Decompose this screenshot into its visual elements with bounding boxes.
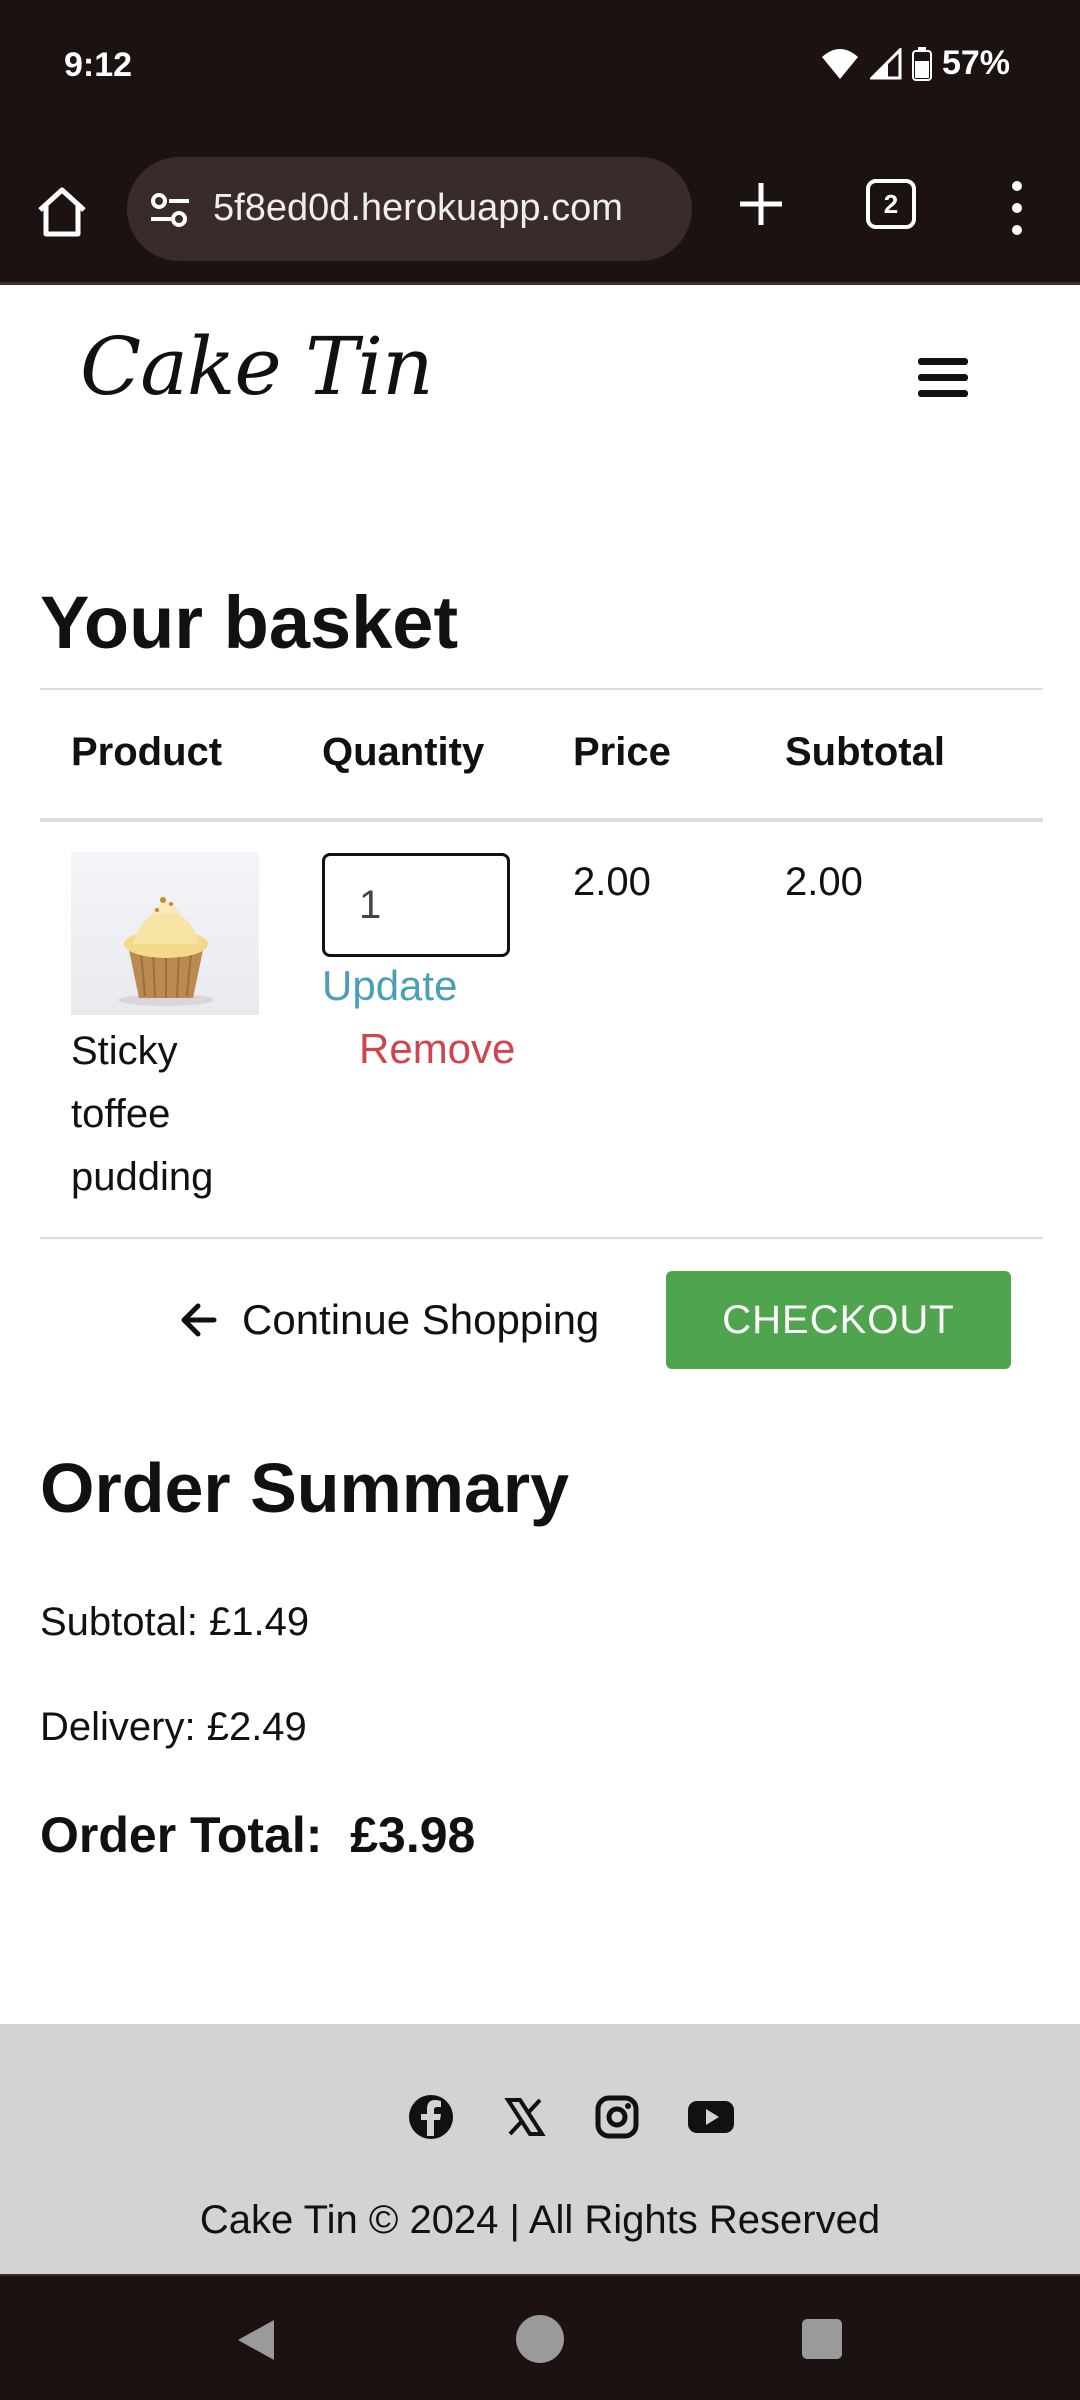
- site-settings-icon[interactable]: [147, 187, 193, 233]
- home-nav-icon[interactable]: [516, 2315, 564, 2363]
- status-icons: 57%: [820, 44, 1010, 83]
- product-image: [71, 852, 259, 1015]
- status-time: 9:12: [64, 46, 133, 84]
- recents-icon[interactable]: [802, 2319, 842, 2359]
- copyright-text: Cake Tin © 2024 | All Rights Reserved: [199, 2198, 881, 2242]
- home-icon[interactable]: [32, 182, 92, 242]
- column-header-quantity: Quantity: [322, 730, 485, 774]
- summary-delivery: Delivery: £2.49: [40, 1705, 307, 1749]
- site-footer: Cake Tin © 2024 | All Rights Reserved: [0, 2024, 1080, 2274]
- wifi-icon: [821, 48, 858, 79]
- order-total: Order Total: £3.98: [40, 1807, 476, 1863]
- status-bar: 9:12 57%: [0, 0, 1080, 135]
- item-price: 2.00: [573, 860, 651, 904]
- cupcake-icon: [118, 897, 214, 1006]
- site-logo[interactable]: Cake Tin: [80, 320, 434, 413]
- product-name: Sticky toffee pudding: [71, 1029, 214, 1199]
- order-summary-title: Order Summary: [40, 1449, 570, 1527]
- facebook-icon[interactable]: [406, 2092, 456, 2142]
- new-tab-icon[interactable]: [734, 177, 788, 231]
- system-nav-bar: [0, 2274, 1080, 2400]
- instagram-icon[interactable]: [592, 2092, 642, 2142]
- quantity-input[interactable]: 1: [322, 853, 510, 957]
- battery-icon: [911, 46, 932, 81]
- summary-subtotal: Subtotal: £1.49: [40, 1600, 310, 1644]
- more-options-icon[interactable]: [1000, 179, 1034, 237]
- youtube-icon[interactable]: [686, 2092, 736, 2142]
- continue-shopping-link[interactable]: Continue Shopping: [178, 1296, 599, 1344]
- url-text: 5f8ed0d.herokuapp.com: [213, 187, 623, 229]
- item-subtotal: 2.00: [785, 860, 863, 904]
- browser-toolbar: 5f8ed0d.herokuapp.com 2: [0, 135, 1080, 285]
- site-header: Cake Tin: [0, 288, 1080, 458]
- checkout-button[interactable]: CHECKOUT: [666, 1271, 1011, 1369]
- address-bar[interactable]: 5f8ed0d.herokuapp.com: [127, 157, 692, 261]
- divider: [40, 1237, 1043, 1239]
- page-title: Your basket: [40, 581, 459, 664]
- arrow-left-icon: [181, 1303, 217, 1337]
- battery-level: 57%: [941, 44, 1010, 82]
- signal-icon: [869, 47, 902, 79]
- tab-switcher-button[interactable]: 2: [866, 179, 916, 229]
- update-link[interactable]: Update: [322, 962, 457, 1010]
- column-header-price: Price: [573, 730, 671, 774]
- column-header-subtotal: Subtotal: [785, 730, 945, 774]
- back-icon[interactable]: [234, 2316, 278, 2364]
- remove-link[interactable]: Remove: [359, 1025, 515, 1073]
- x-icon[interactable]: [500, 2092, 550, 2142]
- hamburger-menu-icon[interactable]: [918, 358, 968, 398]
- divider: [40, 688, 1043, 690]
- continue-shopping-label: Continue Shopping: [242, 1296, 600, 1343]
- header-divider: [40, 818, 1043, 822]
- column-header-product: Product: [71, 730, 223, 774]
